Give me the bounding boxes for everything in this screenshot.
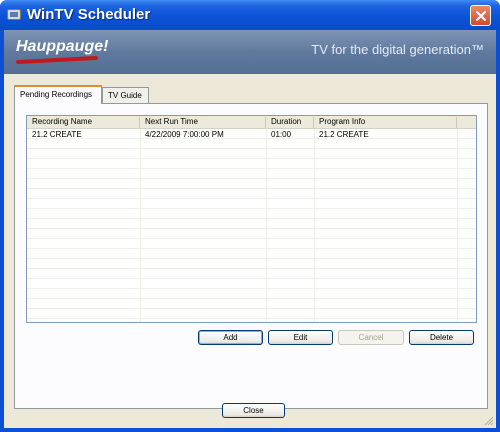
- column-header-duration[interactable]: Duration: [266, 117, 314, 128]
- tv-window-icon: [7, 9, 21, 20]
- table-row[interactable]: 21.2 CREATE 4/22/2009 7:00:00 PM 01:00 2…: [27, 130, 476, 139]
- empty-row: [27, 220, 476, 229]
- empty-row: [27, 240, 476, 249]
- empty-row: [27, 270, 476, 279]
- edit-button[interactable]: Edit: [268, 330, 333, 345]
- empty-row: [27, 160, 476, 169]
- scheduler-window: WinTV Scheduler Hauppauge! TV for the di…: [0, 0, 500, 432]
- tab-pending-recordings[interactable]: Pending Recordings: [14, 85, 102, 104]
- empty-row: [27, 200, 476, 209]
- tab-tv-guide[interactable]: TV Guide: [102, 87, 149, 104]
- empty-row: [27, 250, 476, 259]
- column-header-program-info[interactable]: Program Info: [314, 117, 457, 128]
- empty-row: [27, 260, 476, 269]
- empty-row: [27, 150, 476, 159]
- brand-banner: Hauppauge! TV for the digital generation…: [4, 30, 496, 74]
- delete-button[interactable]: Delete: [409, 330, 474, 345]
- cell-duration: 01:00: [271, 130, 292, 139]
- logo-swoosh: [15, 55, 99, 65]
- empty-row: [27, 180, 476, 189]
- window-title: WinTV Scheduler: [27, 6, 151, 23]
- recordings-list[interactable]: Recording Name Next Run Time Duration Pr…: [26, 115, 477, 323]
- empty-row: [27, 230, 476, 239]
- resize-grip-icon[interactable]: [484, 416, 494, 426]
- cell-recording-name: 21.2 CREATE: [32, 130, 82, 139]
- cell-next-run-time: 4/22/2009 7:00:00 PM: [145, 130, 224, 139]
- empty-row: [27, 290, 476, 299]
- empty-row: [27, 170, 476, 179]
- empty-row: [27, 310, 476, 319]
- column-header-recording-name[interactable]: Recording Name: [27, 117, 140, 128]
- column-header-next-run-time[interactable]: Next Run Time: [140, 117, 266, 128]
- cancel-recording-button[interactable]: Cancel: [338, 330, 404, 345]
- list-header: Recording Name Next Run Time Duration Pr…: [27, 116, 476, 129]
- empty-row: [27, 190, 476, 199]
- empty-row: [27, 320, 476, 322]
- close-window-button[interactable]: [470, 5, 491, 26]
- close-icon: [476, 11, 486, 21]
- empty-row: [27, 300, 476, 309]
- empty-row: [27, 140, 476, 149]
- brand-tagline: TV for the digital generation™: [311, 42, 484, 57]
- pending-recordings-panel: Recording Name Next Run Time Duration Pr…: [14, 103, 488, 409]
- add-button[interactable]: Add: [198, 330, 263, 345]
- hauppauge-logo: Hauppauge!: [16, 38, 109, 55]
- cell-program-info: 21.2 CREATE: [319, 130, 369, 139]
- empty-row: [27, 280, 476, 289]
- title-bar[interactable]: WinTV Scheduler: [0, 0, 500, 30]
- empty-row: [27, 210, 476, 219]
- dialog-client-area: Hauppauge! TV for the digital generation…: [4, 30, 496, 428]
- close-button[interactable]: Close: [222, 403, 285, 418]
